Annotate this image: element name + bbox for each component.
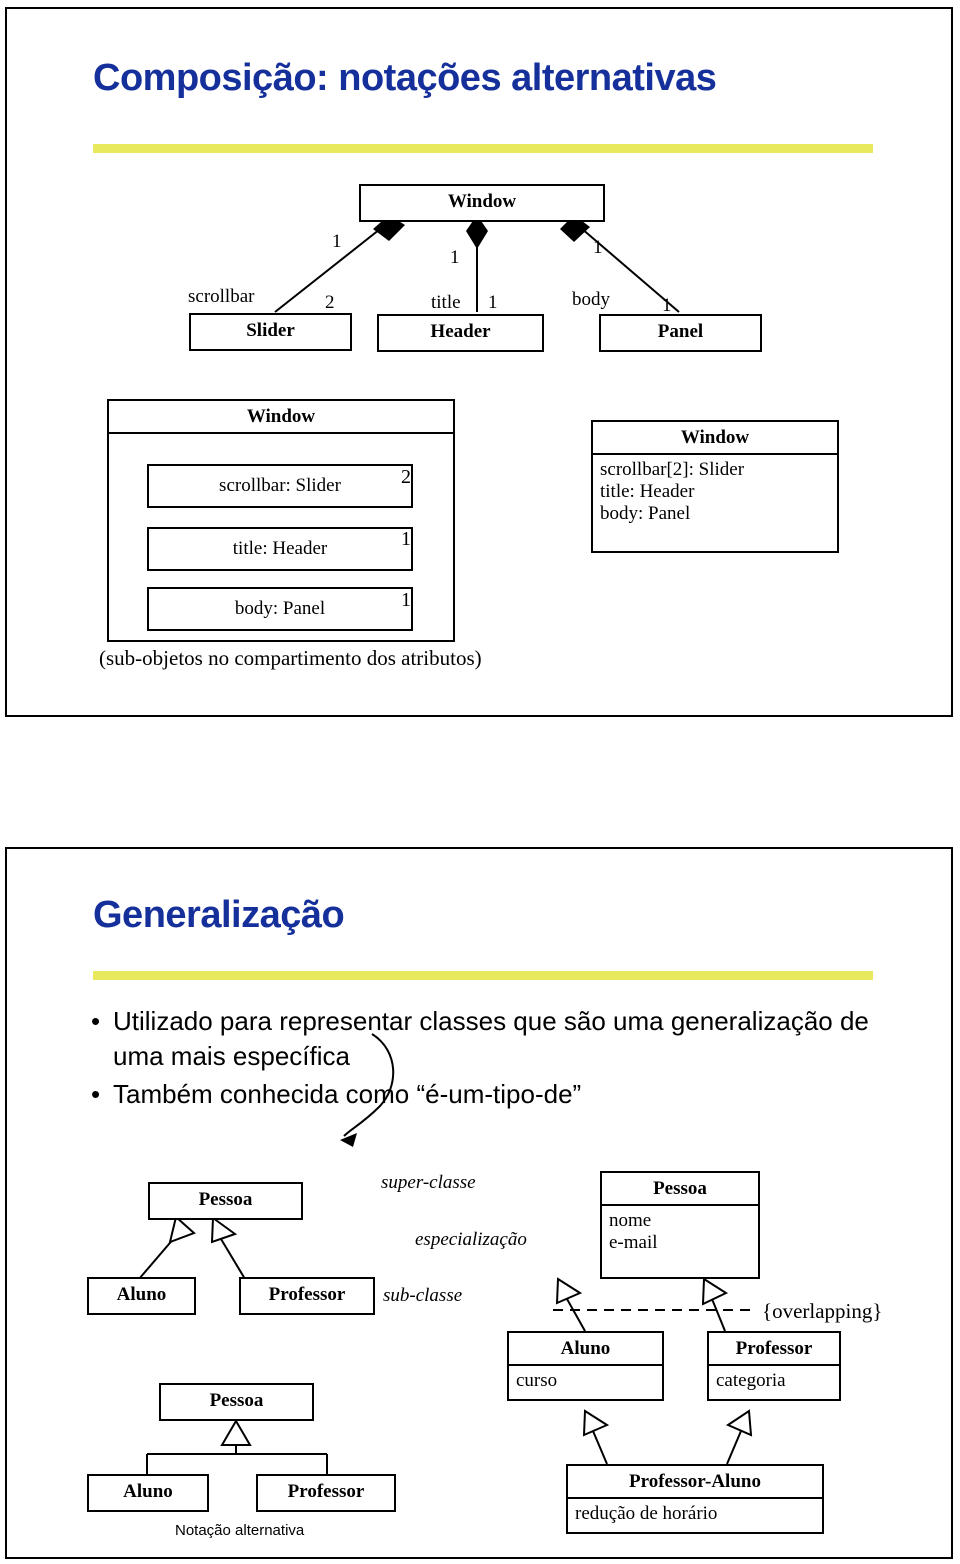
list-item: • Também conhecida como “é-um-tipo-de” bbox=[91, 1077, 881, 1112]
title-underline-bar bbox=[93, 144, 873, 153]
multiplicity-header: 1 bbox=[488, 292, 498, 313]
class-name: Professor bbox=[268, 1284, 346, 1305]
class-box-professor-aluno: Professor-Aluno redução de horário bbox=[566, 1464, 824, 1534]
class-box-professor-attrs: Professor categoria bbox=[707, 1331, 841, 1401]
class-name: Panel bbox=[657, 321, 704, 342]
attributes-compartment: categoria bbox=[709, 1363, 839, 1397]
class-name: Pessoa bbox=[198, 1189, 253, 1210]
attributes-compartment: curso bbox=[509, 1363, 662, 1397]
attribute-row: curso bbox=[516, 1369, 558, 1391]
attribute-row: body: Panel bbox=[600, 502, 691, 524]
part-label: body: Panel bbox=[234, 598, 326, 619]
annotation-especializacao: especialização bbox=[415, 1229, 527, 1250]
class-box-aluno-basic: Aluno bbox=[87, 1277, 196, 1315]
multiplicity-slider: 2 bbox=[325, 292, 335, 313]
class-box-header: Header bbox=[377, 314, 544, 352]
class-name: Header bbox=[430, 321, 491, 342]
class-box-pessoa-attrs: Pessoa nome e-mail bbox=[600, 1171, 760, 1279]
attribute-row: redução de horário bbox=[575, 1502, 718, 1524]
list-item-text: Utilizado para representar classes que s… bbox=[113, 1006, 869, 1071]
alternative-notation-caption: Notação alternativa bbox=[175, 1522, 305, 1539]
class-name: Window bbox=[447, 191, 517, 212]
class-box-panel: Panel bbox=[599, 314, 762, 352]
attribute-row: scrollbar[2]: Slider bbox=[600, 458, 745, 480]
page-title: Generalização bbox=[93, 894, 345, 936]
class-name: Professor-Aluno bbox=[629, 1471, 761, 1492]
slide-generalizacao: Generalização • Utilizado para represent… bbox=[5, 847, 953, 1559]
list-item: • Utilizado para representar classes que… bbox=[91, 1004, 881, 1073]
attribute-row: title: Header bbox=[600, 480, 695, 502]
slide-composicao: Composição: notações alternativas Window… bbox=[5, 7, 953, 717]
class-box-professor-basic: Professor bbox=[239, 1277, 375, 1315]
part-multiplicity-body: 1 bbox=[401, 589, 411, 611]
class-name: Professor bbox=[735, 1338, 813, 1359]
title-underline-bar bbox=[93, 971, 873, 980]
attributes-compartment: scrollbar[2]: Slider title: Header body:… bbox=[593, 452, 837, 530]
role-label-title: title bbox=[431, 292, 461, 313]
class-box-window-textual: Window scrollbar[2]: Slider title: Heade… bbox=[591, 420, 839, 553]
annotation-sub-classe: sub-classe bbox=[383, 1285, 463, 1306]
class-box-window-top: Window bbox=[359, 184, 605, 222]
class-name: Slider bbox=[246, 320, 295, 341]
part-box-title: title: Header bbox=[147, 527, 413, 571]
attribute-row: categoria bbox=[716, 1369, 786, 1391]
bullet-dot: • bbox=[91, 1079, 101, 1110]
role-label-body: body bbox=[572, 289, 610, 310]
attribute-row: e-mail bbox=[609, 1231, 658, 1253]
attributes-compartment: nome e-mail bbox=[602, 1203, 758, 1259]
class-name: Window bbox=[680, 427, 750, 448]
part-label: title: Header bbox=[232, 538, 328, 559]
class-name: Pessoa bbox=[209, 1390, 264, 1411]
multiplicity-window-title: 1 bbox=[450, 247, 460, 268]
class-box-aluno-attrs: Aluno curso bbox=[507, 1331, 664, 1401]
class-name: Aluno bbox=[116, 1284, 167, 1305]
class-name: Professor bbox=[287, 1481, 365, 1502]
role-label-scrollbar: scrollbar bbox=[188, 286, 255, 307]
class-name: Window bbox=[246, 406, 316, 427]
multiplicity-window-body: 1 bbox=[593, 237, 603, 258]
part-label: scrollbar: Slider bbox=[219, 475, 341, 496]
part-multiplicity-scrollbar: 2 bbox=[401, 466, 411, 488]
class-box-pessoa-basic: Pessoa bbox=[148, 1182, 303, 1220]
attribute-row: nome bbox=[609, 1209, 652, 1231]
multiplicity-window-scrollbar: 1 bbox=[332, 231, 342, 252]
constraint-overlapping: {overlapping} bbox=[762, 1299, 883, 1323]
class-name: Aluno bbox=[123, 1481, 173, 1502]
list-item-text: Também conhecida como “é-um-tipo-de” bbox=[113, 1079, 582, 1110]
attributes-compartment: redução de horário bbox=[568, 1496, 822, 1530]
class-box-pessoa-alternative: Pessoa bbox=[159, 1383, 314, 1421]
bullet-list: • Utilizado para representar classes que… bbox=[91, 1004, 881, 1116]
part-box-scrollbar: scrollbar: Slider bbox=[147, 464, 413, 508]
class-name: Pessoa bbox=[653, 1178, 707, 1199]
class-name: Aluno bbox=[560, 1338, 611, 1359]
part-multiplicity-title: 1 bbox=[401, 528, 411, 550]
nested-notation-caption: (sub-objetos no compartimento dos atribu… bbox=[99, 646, 482, 670]
part-box-body: body: Panel bbox=[147, 587, 413, 631]
class-box-professor-alternative: Professor bbox=[256, 1474, 396, 1512]
bullet-dot: • bbox=[91, 1006, 101, 1036]
page-title: Composição: notações alternativas bbox=[93, 57, 717, 99]
class-box-aluno-alternative: Aluno bbox=[87, 1474, 209, 1512]
class-box-slider: Slider bbox=[189, 313, 352, 351]
annotation-super-classe: super-classe bbox=[381, 1172, 476, 1193]
